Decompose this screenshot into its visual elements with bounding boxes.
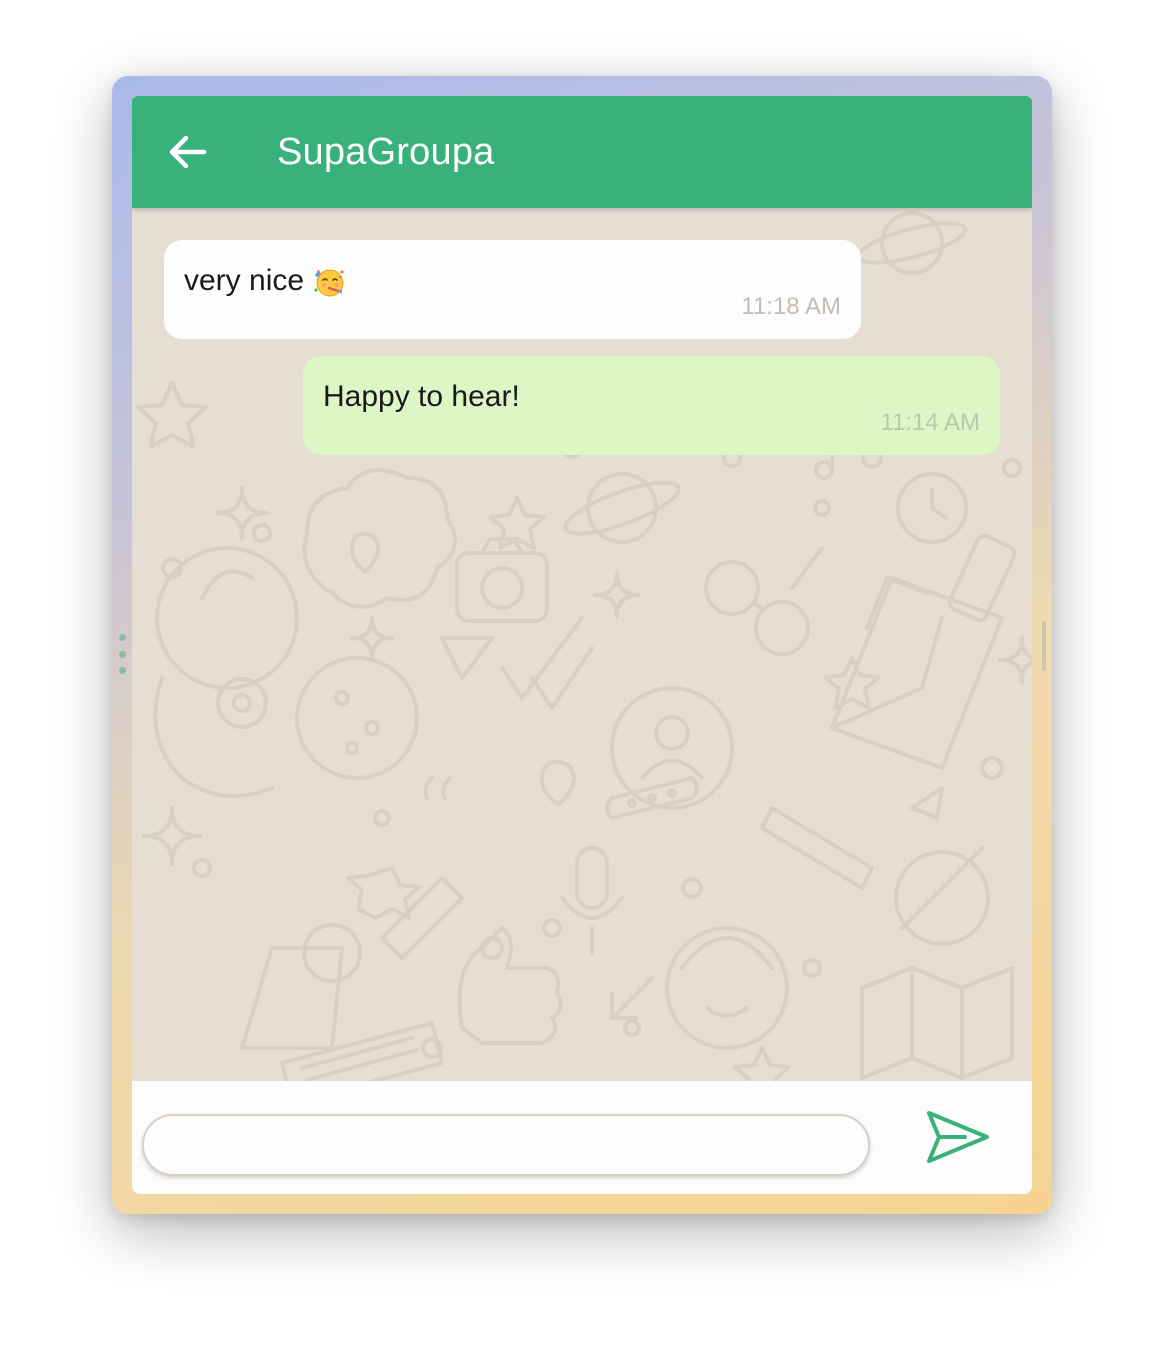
message-timestamp: 11:14 AM <box>880 409 980 436</box>
partying-face-icon <box>314 269 344 297</box>
window-frame: SupaGroupa very nice 11:18 AM Happy to h… <box>112 76 1052 1214</box>
arrow-left-icon <box>169 135 207 169</box>
message-list[interactable]: very nice 11:18 AM Happy to hear! 11:14 … <box>132 208 1032 1081</box>
message-text: very nice <box>184 264 346 298</box>
resize-handle-right[interactable] <box>1042 621 1046 671</box>
message-text: Happy to hear! <box>323 380 520 413</box>
message-incoming[interactable]: very nice 11:18 AM <box>164 240 861 339</box>
message-composer <box>132 1081 1032 1194</box>
message-outgoing[interactable]: Happy to hear! 11:14 AM <box>303 356 1000 455</box>
send-button[interactable] <box>924 1109 992 1165</box>
message-timestamp: 11:18 AM <box>741 293 841 320</box>
send-icon <box>927 1111 989 1163</box>
chat-title: SupaGroupa <box>277 131 495 173</box>
resize-handle-left[interactable] <box>118 634 126 674</box>
back-button[interactable] <box>162 126 214 178</box>
message-input[interactable] <box>142 1114 870 1176</box>
chat-app: SupaGroupa very nice 11:18 AM Happy to h… <box>132 96 1032 1194</box>
chat-header: SupaGroupa <box>132 96 1032 208</box>
